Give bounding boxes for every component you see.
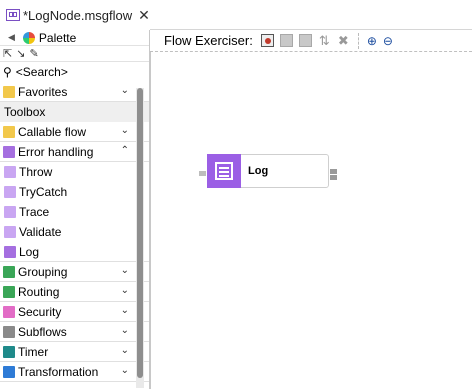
chevron-down-icon[interactable]: ⌄	[121, 305, 129, 316]
error-handling-icon	[3, 145, 15, 158]
group-routing[interactable]: Routing ⌄	[0, 282, 149, 302]
palette-item-log[interactable]: Log	[0, 242, 149, 262]
group-grouping[interactable]: Grouping ⌄	[0, 262, 149, 282]
zoom-out-icon[interactable]: ⊖	[383, 34, 393, 48]
collapse-arrow-icon[interactable]: ◀	[8, 32, 15, 43]
palette-item-validate[interactable]: Validate	[0, 222, 149, 242]
trycatch-node-icon	[4, 186, 16, 198]
timer-icon	[3, 345, 15, 358]
item-label: Trace	[19, 205, 50, 219]
chevron-down-icon[interactable]: ⌄	[121, 125, 129, 136]
toolbox-section: Toolbox	[0, 102, 149, 122]
palette-tools: ⇱ ↘ ✎	[0, 46, 149, 62]
grouping-icon	[3, 265, 15, 278]
zoom-in-icon[interactable]: ⊕	[367, 34, 377, 48]
palette-item-throw[interactable]: Throw	[0, 162, 149, 182]
item-label: Log	[19, 244, 40, 259]
routing-icon	[3, 285, 15, 298]
group-security[interactable]: Security ⌄	[0, 302, 149, 322]
favorites-icon	[3, 85, 15, 98]
toolbox-label: Toolbox	[4, 105, 46, 119]
group-subflows[interactable]: Subflows ⌄	[0, 322, 149, 342]
group-callable-flow[interactable]: Callable flow ⌄	[0, 122, 149, 142]
validate-node-icon	[4, 226, 16, 238]
group-label: Transformation	[18, 364, 99, 379]
favorites-group[interactable]: Favorites ⌄	[0, 82, 149, 102]
security-icon	[3, 305, 15, 318]
group-label: Routing	[18, 284, 60, 299]
chevron-down-icon[interactable]: ⌄	[121, 85, 129, 96]
close-exerciser-icon[interactable]: ✖	[337, 34, 350, 47]
flow-canvas[interactable]: Log	[150, 52, 472, 389]
palette-icon	[22, 31, 35, 44]
group-label: Subflows	[18, 324, 67, 339]
log-node-icon	[207, 154, 241, 188]
record-icon[interactable]	[260, 34, 274, 47]
group-label: Security	[18, 304, 62, 319]
palette-scrollbar[interactable]	[136, 88, 144, 388]
stop-icon[interactable]: ⇅	[318, 34, 331, 47]
group-timer[interactable]: Timer ⌄	[0, 342, 149, 362]
subflows-icon	[3, 325, 15, 338]
msgflow-file-icon	[6, 9, 20, 21]
throw-node-icon	[4, 166, 16, 178]
favorites-label: Favorites	[18, 84, 68, 99]
node-label: Log	[248, 165, 269, 177]
chevron-down-icon[interactable]: ⌄	[121, 345, 129, 356]
chevron-down-icon[interactable]: ⌄	[121, 325, 129, 336]
group-label: Timer	[18, 344, 49, 359]
group-label: Callable flow	[18, 124, 87, 139]
chevron-up-icon[interactable]: ⌃	[121, 145, 129, 156]
palette-panel: ◀ Palette ⇱ ↘ ✎ ⚲ <Search> Favorites ⌄ T…	[0, 30, 150, 389]
search-icon: ⚲	[3, 65, 12, 79]
close-icon[interactable]: ✕	[138, 7, 150, 24]
chevron-down-icon[interactable]: ⌄	[121, 365, 129, 376]
tab-lognode-msgflow[interactable]: *LogNode.msgflow ✕	[0, 0, 150, 30]
editor-tab-bar: *LogNode.msgflow ✕	[0, 0, 472, 30]
send-message-icon[interactable]	[279, 34, 293, 47]
palette-title: Palette	[38, 30, 77, 45]
tab-title: *LogNode.msgflow	[23, 7, 133, 23]
marquee-tool-icon[interactable]: ✎	[29, 47, 38, 60]
output-terminals[interactable]	[330, 169, 337, 174]
input-terminal[interactable]	[199, 171, 206, 176]
search-input[interactable]: <Search>	[16, 65, 68, 79]
chevron-down-icon[interactable]: ⌄	[121, 265, 129, 276]
select-tool-icon[interactable]: ⇱	[3, 47, 12, 60]
flow-exerciser-label: Flow Exerciser:	[164, 33, 253, 48]
group-label: Error handling	[18, 144, 94, 159]
group-transformation[interactable]: Transformation ⌄	[0, 362, 149, 382]
log-node-icon	[4, 245, 16, 258]
chevron-down-icon[interactable]: ⌄	[121, 285, 129, 296]
palette-item-trace[interactable]: Trace	[0, 202, 149, 222]
toolbar-separator	[357, 32, 359, 49]
log-node[interactable]: Log	[207, 154, 329, 188]
trace-node-icon	[4, 206, 16, 218]
scrollbar-thumb[interactable]	[137, 88, 143, 378]
palette-search[interactable]: ⚲ <Search>	[0, 62, 149, 82]
item-label: TryCatch	[19, 185, 68, 199]
flow-exerciser-toolbar: Flow Exerciser: ⇅ ✖ ⊕ ⊖	[150, 30, 472, 52]
palette-item-trycatch[interactable]: TryCatch	[0, 182, 149, 202]
item-label: Throw	[19, 165, 53, 179]
item-label: Validate	[19, 225, 62, 239]
view-path-icon[interactable]	[298, 34, 312, 47]
group-error-handling[interactable]: Error handling ⌃	[0, 142, 149, 162]
group-label: Grouping	[18, 264, 68, 279]
transformation-icon	[3, 365, 15, 378]
palette-header[interactable]: ◀ Palette	[0, 30, 149, 46]
flow-editor: Flow Exerciser: ⇅ ✖ ⊕ ⊖ Log	[150, 30, 472, 389]
callable-flow-icon	[3, 125, 15, 138]
connection-tool-icon[interactable]: ↘	[16, 47, 25, 60]
